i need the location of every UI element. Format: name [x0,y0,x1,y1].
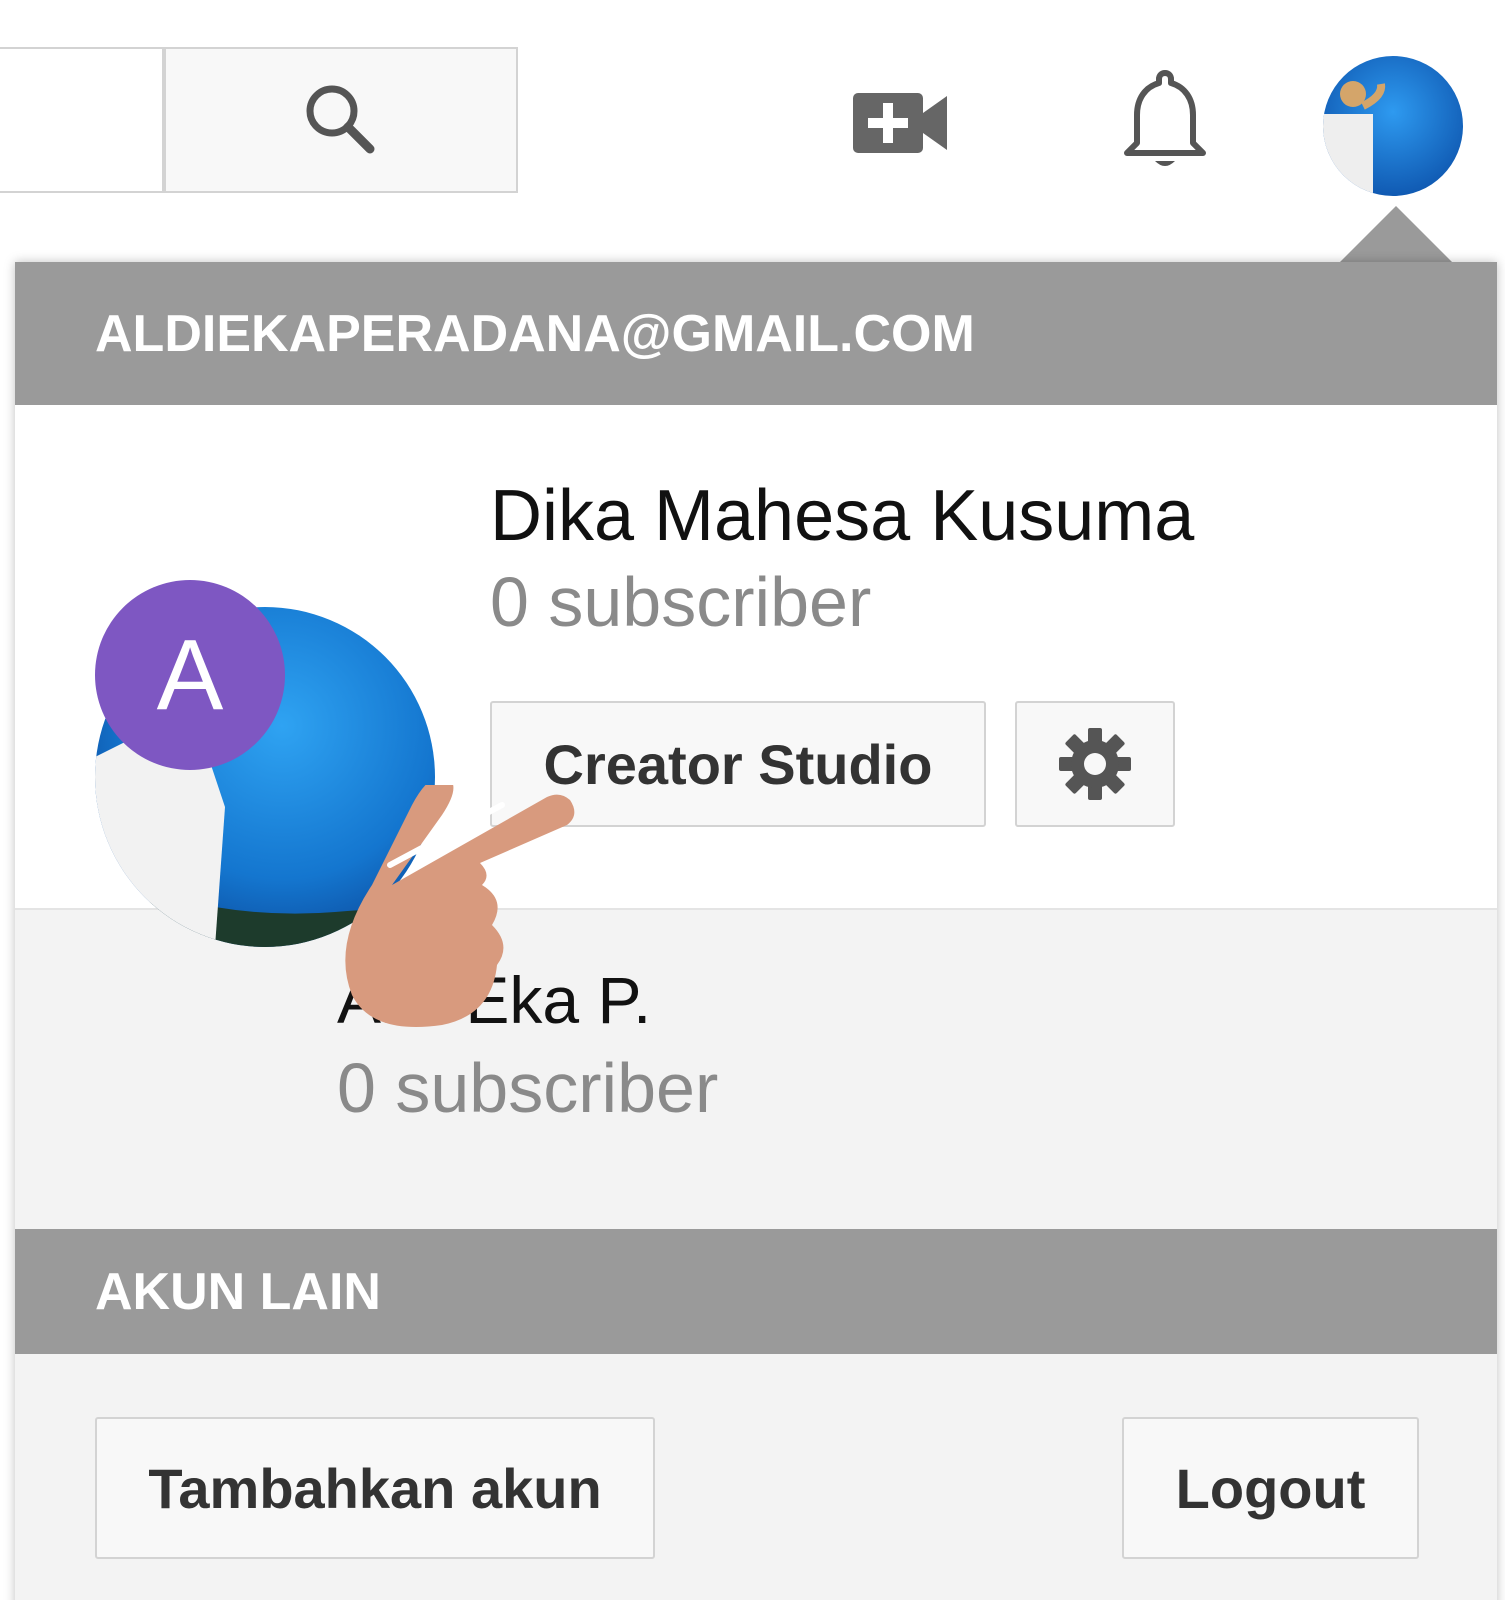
logout-button[interactable]: Logout [1122,1417,1419,1559]
bell-icon [1124,70,1206,166]
other-channel-name[interactable]: Aldi Eka P. [337,962,651,1038]
other-channel-subscriber-count: 0 subscriber [337,1049,719,1127]
masthead [0,0,1505,250]
notifications-button[interactable] [1110,58,1220,184]
channel-name: Dika Mahesa Kusuma [490,476,1195,556]
subscriber-count: 0 subscriber [490,563,872,641]
search-input[interactable] [0,47,164,193]
channel-letter-avatar[interactable]: A [95,580,285,770]
other-accounts-header: AKUN LAIN [15,1229,1497,1354]
avatar-photo [1323,56,1463,196]
other-channel-item[interactable] [15,912,1497,1229]
account-email: ALDIEKAPERADANA@GMAIL.COM [15,262,1497,405]
add-account-button[interactable]: Tambahkan akun [95,1417,655,1559]
search-button[interactable] [164,47,518,193]
video-add-icon [853,93,947,153]
creator-studio-button[interactable]: Creator Studio [490,701,986,827]
avatar[interactable] [1323,56,1463,196]
settings-button[interactable] [1015,701,1175,827]
youtube-page: ALDIEKAPERADANA@GMAIL.COM Dika Mahesa Ku… [0,0,1505,1600]
gear-icon [1059,728,1131,800]
search-icon [306,85,375,154]
dropdown-caret [1338,206,1454,264]
account-menu: ALDIEKAPERADANA@GMAIL.COM Dika Mahesa Ku… [15,262,1497,1600]
upload-video-button[interactable] [846,78,956,168]
